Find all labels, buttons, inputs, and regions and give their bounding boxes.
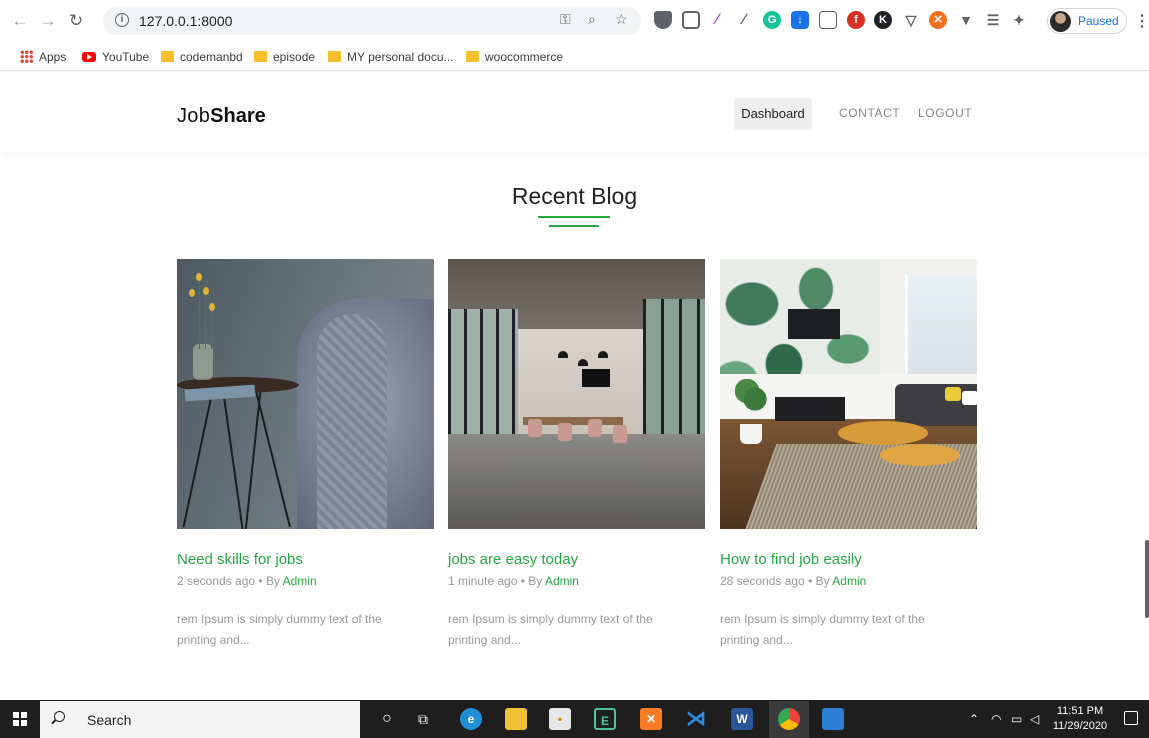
blog-image-living-room[interactable] [720,259,977,529]
taskbar-search-label: Search [87,712,132,728]
v-extension-icon[interactable]: ▼ [957,11,975,29]
title-underline [538,216,610,218]
bookmarks-bar: Apps YouTube codemanbd episode MY person… [0,44,1149,71]
vue-extension-icon[interactable]: ▽ [902,11,920,29]
folder-icon [254,51,267,62]
filter-extension-icon[interactable]: ☰ [984,11,1002,29]
file-explorer-icon[interactable] [505,708,527,730]
edge-icon[interactable]: e [460,708,482,730]
chrome-icon[interactable] [778,708,800,730]
shield-extension-icon[interactable] [654,11,672,29]
blog-card: How to find job easily 28 seconds ago • … [720,259,977,647]
blog-title[interactable]: Need skills for jobs [177,551,303,568]
k-extension-icon[interactable]: K [874,11,892,29]
address-url[interactable]: 127.0.0.1:8000 [139,13,232,29]
blog-image-office[interactable] [448,259,705,529]
blog-title[interactable]: How to find job easily [720,551,862,568]
forward-arrow-icon[interactable]: → [38,9,58,33]
wifi-icon[interactable]: ◠ [991,712,1001,726]
notifications-icon[interactable] [1124,711,1138,725]
bookmark-codemanbd[interactable]: codemanbd [161,49,243,65]
vscode-icon[interactable]: ⋊ [685,708,707,730]
site-logo[interactable]: JobShare [177,105,266,128]
folder-icon [328,51,341,62]
reload-icon[interactable]: ↻ [66,9,86,33]
color-picker-extension-icon[interactable]: ∕ [735,11,753,29]
more-menu-icon[interactable]: ⋮ [1134,11,1149,31]
tray-chevron-icon[interactable]: ⌃ [969,712,979,726]
cortana-icon[interactable]: ○ [376,708,398,730]
nav-logout-link[interactable]: LOGOUT [918,106,972,120]
task-view-icon[interactable]: ⧉ [412,708,434,730]
section-title: Recent Blog [511,183,638,209]
page-scrollbar[interactable] [1145,540,1149,618]
puzzle-extensions-icon[interactable]: ✦ [1010,11,1028,29]
blog-card: jobs are easy today 1 minute ago • By Ad… [448,259,705,647]
blog-meta: 28 seconds ago • By Admin [720,574,867,588]
bookmark-personal-docs[interactable]: MY personal docu... [328,49,454,65]
blog-excerpt: rem Ipsum is simply dummy text of the pr… [448,612,653,647]
blog-author-link[interactable]: Admin [545,574,579,588]
nav-dashboard-button[interactable]: Dashboard [734,98,812,130]
search-icon [54,711,65,722]
key-icon[interactable]: ⚿ [560,11,571,28]
site-header: JobShare Dashboard CONTACT LOGOUT [0,72,1149,152]
back-arrow-icon[interactable]: ← [10,9,30,33]
blog-meta: 2 seconds ago • By Admin [177,574,317,588]
taskbar-clock[interactable]: 11:51 PM 11/29/2020 [1046,704,1114,734]
folder-icon [466,51,479,62]
bookmark-woocommerce[interactable]: woocommerce [466,49,563,65]
blog-title[interactable]: jobs are easy today [448,551,578,568]
bookmark-apps[interactable]: Apps [20,49,66,65]
store-icon[interactable]: ▪ [549,708,571,730]
zoom-icon[interactable]: ⌕ [588,11,596,28]
title-underline-short [549,225,599,227]
browser-toolbar: ← → ↻ i 127.0.0.1:8000 ⚿ ⌕ ☆ ∕ ∕ G ↓ f K… [0,0,1149,44]
profile-button[interactable]: Paused [1047,8,1127,34]
bookmark-star-icon[interactable]: ☆ [615,11,628,28]
camera-extension-icon[interactable] [819,11,837,29]
bookmark-episode[interactable]: episode [254,49,315,65]
apps-grid-icon [20,50,33,63]
blog-excerpt: rem Ipsum is simply dummy text of the pr… [177,612,382,647]
avatar [1050,11,1071,32]
bookmark-youtube[interactable]: YouTube [82,49,149,65]
blog-excerpt: rem Ipsum is simply dummy text of the pr… [720,612,925,647]
blog-author-link[interactable]: Admin [832,574,866,588]
photos-icon[interactable] [822,708,844,730]
pen-extension-icon[interactable]: ∕ [708,11,726,29]
word-icon[interactable]: W [731,708,753,730]
taskbar: Search ○ ⧉ e ▪ E ✕ ⋊ W ⌃ ◠ ▭ ◁ 11:51 PM … [0,700,1149,738]
font-extension-icon[interactable]: f [847,11,865,29]
grammarly-extension-icon[interactable]: G [763,11,781,29]
taskbar-search[interactable]: Search [40,701,360,738]
battery-icon[interactable]: ▭ [1011,712,1022,726]
xampp-icon[interactable]: ✕ [640,708,662,730]
youtube-icon [82,52,96,62]
windows-start-icon[interactable] [13,712,27,726]
volume-icon[interactable]: ◁ [1030,712,1039,726]
blog-author-link[interactable]: Admin [283,574,317,588]
profile-status: Paused [1078,14,1119,28]
blog-card: Need skills for jobs 2 seconds ago • By … [177,259,434,647]
screenshot-extension-icon[interactable] [682,11,700,29]
sublime-icon[interactable]: E [594,708,616,730]
site-info-icon[interactable]: i [115,13,129,27]
blog-meta: 1 minute ago • By Admin [448,574,579,588]
nav-contact-link[interactable]: CONTACT [839,106,900,120]
folder-icon [161,51,174,62]
blog-image-chair[interactable] [177,259,434,529]
download-extension-icon[interactable]: ↓ [791,11,809,29]
orange-extension-icon[interactable]: ✕ [929,11,947,29]
